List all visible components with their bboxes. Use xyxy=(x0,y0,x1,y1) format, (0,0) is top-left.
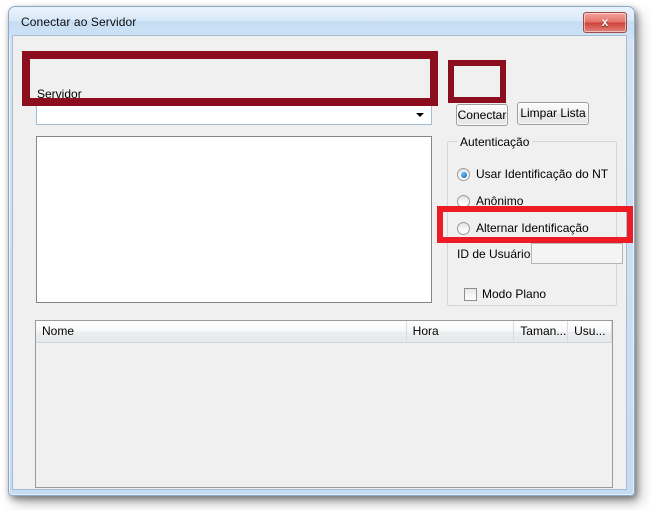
close-icon: x xyxy=(601,15,609,29)
autenticacao-group-title: Autenticação xyxy=(457,135,533,149)
servidor-label: Servidor xyxy=(37,87,82,101)
servidor-input[interactable] xyxy=(40,107,410,122)
radio-label: Anônimo xyxy=(476,194,524,208)
server-listbox[interactable] xyxy=(36,136,432,303)
chevron-down-icon[interactable] xyxy=(412,105,429,124)
file-listview-body[interactable] xyxy=(36,343,612,487)
window-title: Conectar ao Servidor xyxy=(21,15,137,29)
limpar-lista-button[interactable]: Limpar Lista xyxy=(517,102,589,125)
id-usuario-label: ID de Usuário xyxy=(457,247,531,261)
column-header-nome[interactable]: Nome xyxy=(36,321,407,342)
modo-plano-label: Modo Plano xyxy=(482,287,547,301)
close-button[interactable]: x xyxy=(583,12,627,33)
radio-label: Alternar Identificação xyxy=(476,221,589,235)
file-listview-header: Nome Hora Taman... Usu... xyxy=(36,321,612,343)
radio-icon xyxy=(457,195,470,208)
column-header-tamanho[interactable]: Taman... xyxy=(514,321,569,342)
radio-icon xyxy=(457,222,470,235)
file-listview[interactable]: Nome Hora Taman... Usu... xyxy=(35,320,613,488)
checkbox-icon xyxy=(464,288,477,301)
dialog-client-area: Servidor Conectar Limpar Lista Autentica… xyxy=(12,35,627,490)
servidor-combobox[interactable] xyxy=(36,104,432,125)
column-header-hora[interactable]: Hora xyxy=(407,321,515,342)
id-usuario-input[interactable] xyxy=(531,243,623,264)
radio-label: Usar Identificação do NT xyxy=(476,167,609,181)
connect-to-server-dialog: Conectar ao Servidor x Servidor Conectar… xyxy=(8,6,635,496)
conectar-button[interactable]: Conectar xyxy=(456,104,508,126)
radio-icon xyxy=(457,168,470,181)
column-header-usuario[interactable]: Usu... xyxy=(568,321,612,342)
